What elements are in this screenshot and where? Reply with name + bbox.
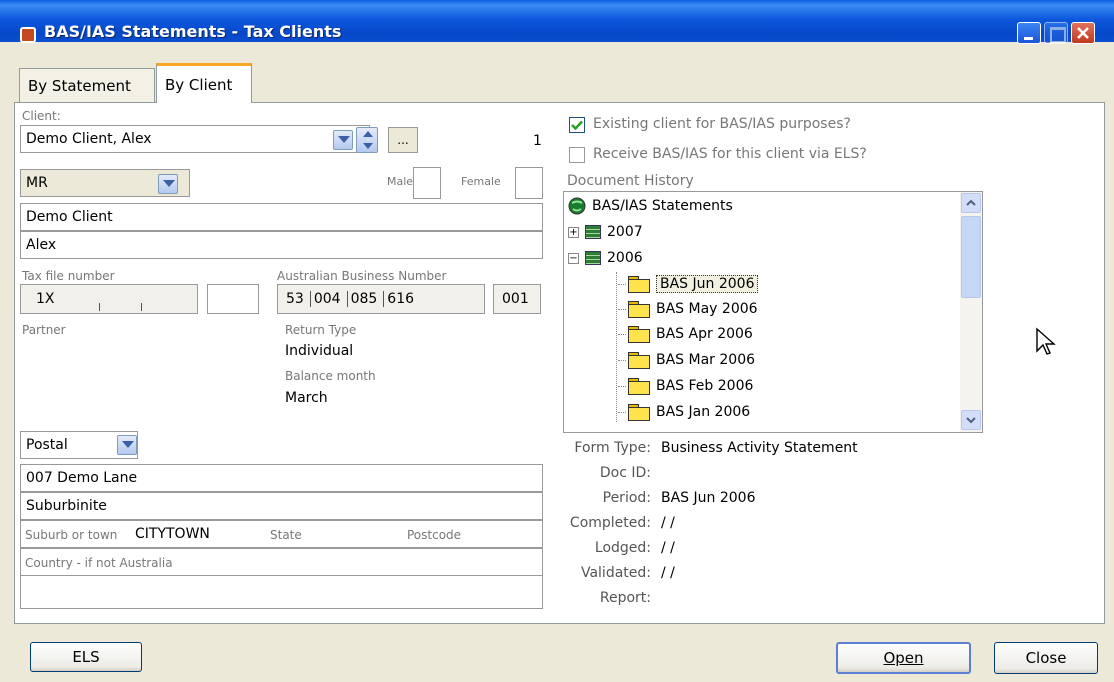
report-label: Report:: [599, 590, 651, 606]
postcode-label: Postcode: [407, 528, 462, 542]
tree-year-2006[interactable]: − 2006: [568, 246, 643, 270]
scroll-up-button[interactable]: [961, 193, 981, 213]
tree-scrollbar[interactable]: [960, 192, 982, 432]
address-line2-field[interactable]: Suburbinite: [20, 492, 543, 520]
folder-icon: [628, 352, 650, 369]
open-button[interactable]: Open: [836, 642, 971, 674]
abn-label: Australian Business Number: [277, 269, 447, 283]
given-name-field[interactable]: Alex: [20, 231, 543, 259]
partner-label: Partner: [22, 323, 66, 337]
male-checkbox[interactable]: [413, 167, 441, 199]
ledger-icon: [585, 251, 601, 265]
lodged-value: / /: [661, 540, 675, 556]
scroll-down-button[interactable]: [961, 410, 981, 430]
tree-item[interactable]: BAS Mar 2006: [618, 348, 755, 372]
lodged-label: Lodged:: [594, 540, 651, 556]
window: BAS/IAS Statements - Tax Clients By Stat…: [0, 0, 1114, 682]
minimize-button[interactable]: [1017, 22, 1041, 44]
receive-els-label: Receive BAS/IAS for this client via ELS?: [593, 146, 867, 162]
app-icon: [20, 27, 36, 43]
chevron-up-icon: [966, 199, 976, 206]
maximize-button[interactable]: [1044, 22, 1068, 44]
els-button[interactable]: ELS: [30, 642, 142, 672]
folder-icon: [628, 276, 650, 293]
client-spinner[interactable]: [356, 127, 378, 153]
receive-els-checkbox[interactable]: [569, 147, 585, 163]
abn-field[interactable]: 53 004 085 616: [277, 284, 485, 314]
mouse-pointer-icon: [1036, 327, 1056, 355]
surname-field[interactable]: Demo Client: [20, 203, 543, 231]
close-window-button[interactable]: [1071, 22, 1095, 44]
ledger-icon: [585, 225, 601, 239]
validated-label: Validated:: [580, 565, 651, 581]
collapse-icon[interactable]: −: [568, 252, 579, 264]
existing-client-checkbox[interactable]: [569, 117, 585, 133]
completed-label: Completed:: [569, 515, 651, 531]
title-bar[interactable]: BAS/IAS Statements - Tax Clients: [0, 0, 1114, 44]
tfn-suffix-field[interactable]: [207, 284, 259, 314]
tree-item[interactable]: BAS May 2006: [618, 297, 758, 321]
tree-item[interactable]: BAS Jan 2006: [618, 400, 750, 424]
form-type-value: Business Activity Statement: [661, 440, 858, 456]
tab-by-client[interactable]: By Client: [156, 63, 252, 103]
return-type-value: Individual: [285, 343, 354, 359]
suburb-field[interactable]: CITYTOWN: [135, 526, 210, 542]
female-label: Female: [461, 175, 501, 188]
balance-month-label: Balance month: [285, 369, 376, 383]
form-type-label: Form Type:: [574, 440, 651, 456]
tree-item[interactable]: BAS Feb 2006: [618, 374, 753, 398]
window-title: BAS/IAS Statements - Tax Clients: [44, 22, 342, 41]
close-button[interactable]: Close: [994, 642, 1098, 674]
abn-branch-field[interactable]: 001: [493, 284, 541, 314]
folder-icon: [628, 326, 650, 343]
tree-item[interactable]: BAS Jun 2006: [618, 272, 759, 296]
validated-value: / /: [661, 565, 675, 581]
globe-icon: [568, 197, 586, 215]
address-type-dropdown-button[interactable]: [117, 435, 137, 455]
state-label: State: [270, 528, 302, 542]
close-icon: [1077, 27, 1089, 39]
folder-icon: [628, 378, 650, 395]
address-line1-field[interactable]: 007 Demo Lane: [20, 464, 543, 492]
period-value: BAS Jun 2006: [661, 490, 756, 506]
doc-id-label: Doc ID:: [599, 465, 651, 481]
tfn-label: Tax file number: [22, 269, 115, 283]
folder-icon: [628, 301, 650, 318]
scroll-thumb[interactable]: [961, 216, 981, 298]
suburb-label: Suburb or town: [25, 528, 118, 542]
existing-client-label: Existing client for BAS/IAS purposes?: [593, 116, 851, 132]
tree-year-2007[interactable]: + 2007: [568, 220, 643, 244]
tree-item[interactable]: BAS Apr 2006: [618, 322, 753, 346]
client-label: Client:: [22, 109, 61, 123]
salutation-dropdown-button[interactable]: [158, 174, 178, 194]
client-dropdown-button[interactable]: [333, 130, 353, 150]
return-type-label: Return Type: [285, 323, 357, 337]
country-label: Country - if not Australia: [25, 556, 173, 570]
tree-root[interactable]: BAS/IAS Statements: [568, 194, 733, 218]
client-combo[interactable]: Demo Client, Alex: [20, 125, 370, 153]
document-history-label: Document History: [567, 173, 694, 189]
completed-value: / /: [661, 515, 675, 531]
folder-icon: [628, 404, 650, 421]
expand-icon[interactable]: +: [568, 226, 579, 238]
male-label: Male: [387, 175, 414, 188]
tab-by-statement[interactable]: By Statement: [19, 68, 155, 102]
balance-month-value: March: [285, 390, 328, 406]
tab-panel: Client: Demo Client, Alex ... 1 MR Male …: [14, 102, 1105, 624]
female-checkbox[interactable]: [515, 167, 543, 199]
document-history-tree[interactable]: BAS/IAS Statements + 2007 − 2006 BAS Jun…: [563, 191, 983, 433]
chevron-down-icon: [966, 417, 976, 424]
tfn-field[interactable]: 1X: [20, 284, 198, 314]
client-browse-button[interactable]: ...: [388, 127, 418, 153]
period-label: Period:: [602, 490, 651, 506]
client-index: 1: [533, 133, 542, 149]
checkmark-icon: [571, 120, 583, 131]
